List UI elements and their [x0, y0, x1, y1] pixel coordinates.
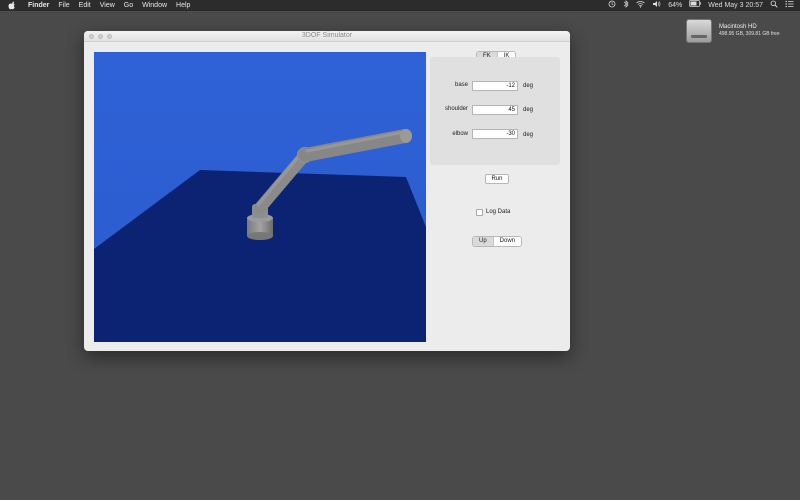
shoulder-label: shoulder	[444, 106, 468, 112]
menu-help[interactable]: Help	[176, 0, 190, 11]
elbow-unit: deg	[523, 132, 534, 138]
wifi-icon[interactable]	[636, 0, 646, 12]
robot-arm-scene	[94, 52, 426, 342]
elbow-angle-field[interactable]: -30	[472, 129, 518, 139]
menu-finder[interactable]: Finder	[28, 0, 49, 11]
shoulder-unit: deg	[523, 107, 534, 113]
menu-edit[interactable]: Edit	[79, 0, 91, 11]
bluetooth-icon[interactable]	[623, 0, 629, 12]
menu-file[interactable]: File	[58, 0, 69, 11]
base-cylinder-bottom	[247, 232, 273, 240]
window-title: 3DOF Simulator	[301, 32, 353, 39]
log-data-label[interactable]: Log Data	[486, 209, 510, 215]
up-down-segmented-control: Up Down	[472, 236, 523, 247]
end-effector-cap	[400, 129, 412, 143]
3d-viewport[interactable]	[94, 52, 426, 342]
base-angle-field[interactable]: -12	[472, 81, 518, 91]
menu-go[interactable]: Go	[124, 0, 133, 11]
disk-info-label: 498.95 GB, 309.81 GB free	[719, 31, 780, 37]
menu-window[interactable]: Window	[142, 0, 167, 11]
base-label: base	[454, 82, 468, 88]
menu-bar: Finder File Edit View Go Window Help 64%…	[0, 0, 800, 11]
clock-datetime[interactable]: Wed May 3 20:57	[708, 0, 763, 11]
spotlight-search-icon[interactable]	[770, 0, 778, 12]
hard-drive-icon[interactable]	[686, 19, 712, 43]
base-unit: deg	[523, 83, 534, 89]
log-data-checkbox[interactable]	[476, 209, 483, 216]
time-machine-icon[interactable]	[608, 0, 616, 12]
tab-up[interactable]: Up	[473, 237, 493, 246]
battery-percent: 64%	[668, 2, 683, 9]
apple-icon[interactable]	[8, 1, 18, 11]
run-button[interactable]: Run	[485, 174, 509, 184]
simulator-window: 3DOF Simulator FK IK base -12 deg should…	[84, 31, 570, 351]
title-bar[interactable]: 3DOF Simulator	[84, 31, 570, 42]
disk-name-label[interactable]: Macintosh HD	[719, 24, 757, 30]
volume-icon[interactable]	[652, 0, 661, 12]
shoulder-angle-field[interactable]: 45	[472, 105, 518, 115]
tab-down[interactable]: Down	[492, 237, 521, 246]
elbow-label: elbow	[452, 131, 468, 137]
battery-icon[interactable]	[689, 0, 702, 11]
notification-center-icon[interactable]	[785, 0, 794, 12]
menu-view[interactable]: View	[100, 0, 115, 11]
